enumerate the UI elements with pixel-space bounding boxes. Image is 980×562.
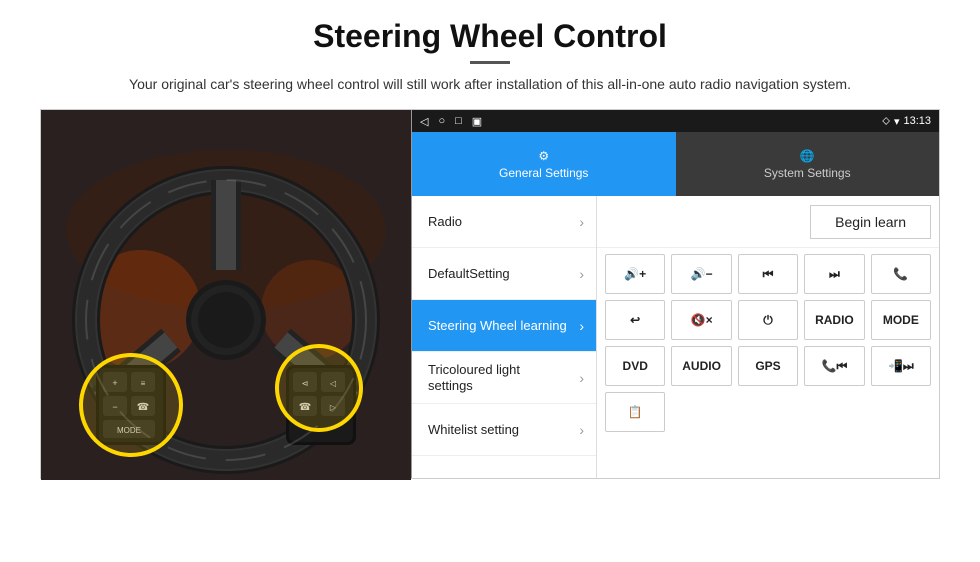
vol-up-icon: 🔊+	[624, 267, 646, 281]
menu-item-tricoloured[interactable]: Tricoloured lightsettings ›	[412, 352, 596, 404]
prev-track-button[interactable]: ⏮	[738, 254, 798, 294]
chevron-icon: ›	[579, 318, 584, 334]
back-icon[interactable]: ◁	[420, 115, 428, 128]
menu-item-radio[interactable]: Radio ›	[412, 196, 596, 248]
page-subtitle: Your original car's steering wheel contr…	[40, 74, 940, 95]
phone-icon: 📞	[893, 267, 908, 281]
radio-label: RADIO	[815, 313, 854, 327]
menu-item-whitelist-label: Whitelist setting	[428, 422, 519, 438]
control-row-3: DVD AUDIO GPS 📞⏮	[605, 346, 931, 386]
phone-button[interactable]: 📞	[871, 254, 931, 294]
menu-item-steering-label: Steering Wheel learning	[428, 318, 567, 334]
gps-label: GPS	[755, 359, 780, 373]
menu-item-default-label: DefaultSetting	[428, 266, 510, 282]
page-title: Steering Wheel Control	[40, 18, 940, 55]
power-button[interactable]: ⏻	[738, 300, 798, 340]
status-right: ⬦ ▾ 13:13	[882, 115, 931, 128]
vol-up-button[interactable]: 🔊+	[605, 254, 665, 294]
power-icon: ⏻	[763, 313, 773, 328]
tab-general[interactable]: ⚙ General Settings	[412, 132, 676, 196]
tab-system-label: System Settings	[764, 166, 851, 180]
call-end-icon: ↩	[630, 313, 640, 327]
vol-down-button[interactable]: 🔊−	[671, 254, 731, 294]
dvd-button[interactable]: DVD	[605, 346, 665, 386]
menu-item-steering-wheel[interactable]: Steering Wheel learning ›	[412, 300, 596, 352]
menu-item-defaultsetting[interactable]: DefaultSetting ›	[412, 248, 596, 300]
call-end-button[interactable]: ↩	[605, 300, 665, 340]
control-buttons-area: 🔊+ 🔊− ⏮ ⏭ 📞	[597, 248, 939, 478]
steering-wheel-image: + ≡ − ☎ MODE ⊲ ◁ ☎ ▷	[41, 110, 411, 480]
menu-item-radio-label: Radio	[428, 214, 462, 230]
mode-label: MODE	[883, 313, 919, 327]
recents-icon[interactable]: □	[455, 115, 462, 127]
audio-button[interactable]: AUDIO	[671, 346, 731, 386]
mode-button[interactable]: MODE	[871, 300, 931, 340]
audio-label: AUDIO	[682, 359, 721, 373]
mute-button[interactable]: 🔇×	[671, 300, 731, 340]
control-panel: Begin learn 🔊+ 🔊−	[597, 196, 939, 478]
menu-container: Radio › DefaultSetting › Steering Wheel …	[412, 196, 939, 478]
content-area: + ≡ − ☎ MODE ⊲ ◁ ☎ ▷	[40, 109, 940, 479]
tab-system[interactable]: 🌐 System Settings	[676, 132, 940, 196]
prev-track-icon: ⏮	[763, 267, 774, 282]
android-ui-panel: ◁ ○ □ ▣ ⬦ ▾ 13:13 ⚙ General Settings	[411, 110, 939, 478]
phone-prev-icon: 📞⏮	[822, 359, 848, 374]
next-track-button[interactable]: ⏭	[804, 254, 864, 294]
phone-next-icon: 📲⏭	[888, 359, 914, 374]
system-settings-icon: 🌐	[800, 149, 815, 163]
menu-item-whitelist[interactable]: Whitelist setting ›	[412, 404, 596, 456]
playlist-button[interactable]: 📋	[605, 392, 665, 432]
menu-item-tricoloured-label: Tricoloured lightsettings	[428, 362, 520, 393]
title-divider	[470, 61, 510, 64]
menu-list: Radio › DefaultSetting › Steering Wheel …	[412, 196, 597, 478]
screenshot-icon[interactable]: ▣	[472, 115, 482, 128]
gps-button[interactable]: GPS	[738, 346, 798, 386]
control-row-2: ↩ 🔇× ⏻ RADIO MO	[605, 300, 931, 340]
general-settings-icon: ⚙	[538, 149, 549, 163]
chevron-icon: ›	[579, 214, 584, 230]
chevron-icon: ›	[579, 370, 584, 386]
radio-button[interactable]: RADIO	[804, 300, 864, 340]
mute-icon: 🔇×	[691, 313, 713, 327]
vol-down-icon: 🔊−	[691, 267, 713, 281]
phone-prev-button[interactable]: 📞⏮	[804, 346, 864, 386]
phone-next-button[interactable]: 📲⏭	[871, 346, 931, 386]
home-icon[interactable]: ○	[438, 115, 445, 127]
settings-tabs: ⚙ General Settings 🌐 System Settings	[412, 132, 939, 196]
chevron-icon: ›	[579, 266, 584, 282]
tab-general-label: General Settings	[499, 166, 588, 180]
location-icon: ⬦	[882, 115, 890, 128]
signal-icon: ▾	[894, 115, 900, 128]
status-bar: ◁ ○ □ ▣ ⬦ ▾ 13:13	[412, 110, 939, 132]
control-row-4: 📋	[605, 392, 931, 432]
chevron-icon: ›	[579, 422, 584, 438]
playlist-icon: 📋	[628, 405, 643, 419]
begin-learn-row: Begin learn	[597, 196, 939, 248]
clock: 13:13	[903, 115, 931, 127]
dvd-label: DVD	[623, 359, 648, 373]
begin-learn-button[interactable]: Begin learn	[810, 205, 931, 239]
control-row-1: 🔊+ 🔊− ⏮ ⏭ 📞	[605, 254, 931, 294]
next-track-icon: ⏭	[829, 267, 840, 282]
nav-icons: ◁ ○ □ ▣	[420, 115, 482, 128]
